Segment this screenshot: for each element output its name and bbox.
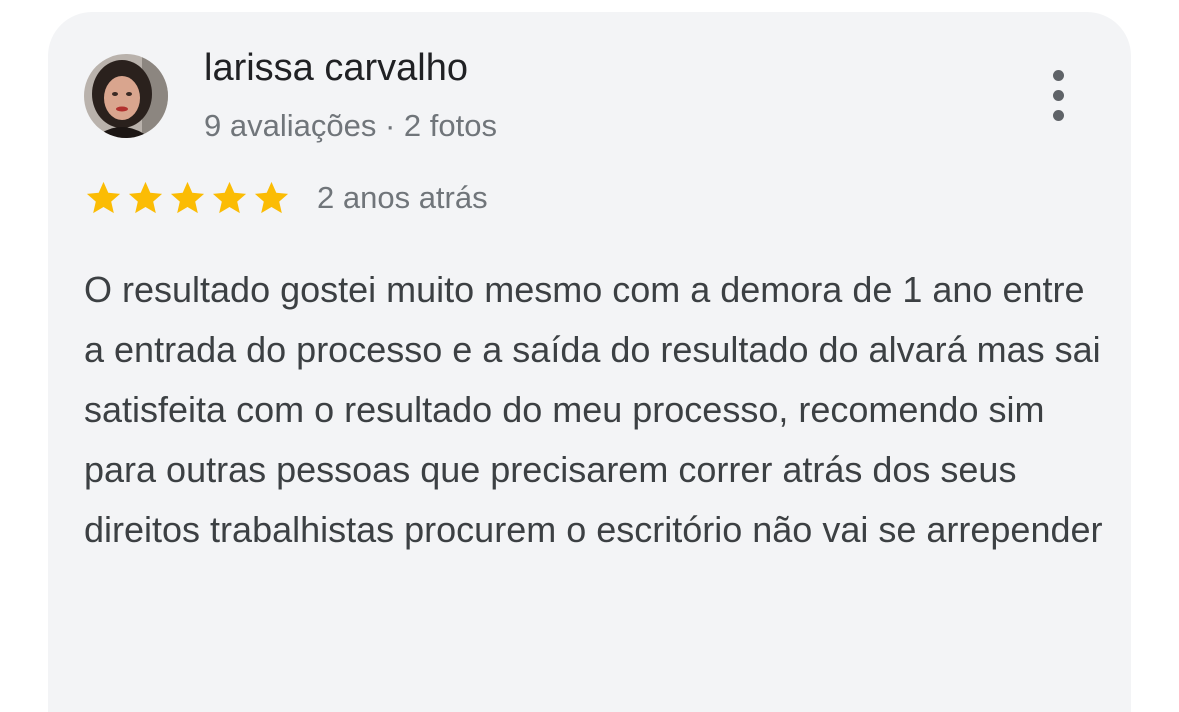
reviewer-name[interactable]: larissa carvalho (204, 47, 468, 90)
star-icon (210, 179, 249, 218)
star-icon (126, 179, 165, 218)
more-vert-icon-dot (1053, 90, 1064, 101)
avatar[interactable] (84, 54, 168, 138)
more-vert-icon-dot (1053, 110, 1064, 121)
star-rating (84, 179, 291, 218)
rating-row: 2 anos atrás (84, 176, 488, 220)
review-text: O resultado gostei muito mesmo com a dem… (84, 269, 1103, 550)
star-icon (168, 179, 207, 218)
more-options-button[interactable] (1038, 68, 1078, 124)
avatar-photo (84, 54, 168, 138)
review-card: larissa carvalho 9 avaliações · 2 fotos … (48, 12, 1131, 712)
review-date: 2 anos atrás (317, 180, 488, 215)
more-vert-icon (1053, 70, 1064, 81)
reviewer-stats[interactable]: 9 avaliações · 2 fotos (204, 108, 497, 144)
star-icon (252, 179, 291, 218)
star-icon (84, 179, 123, 218)
